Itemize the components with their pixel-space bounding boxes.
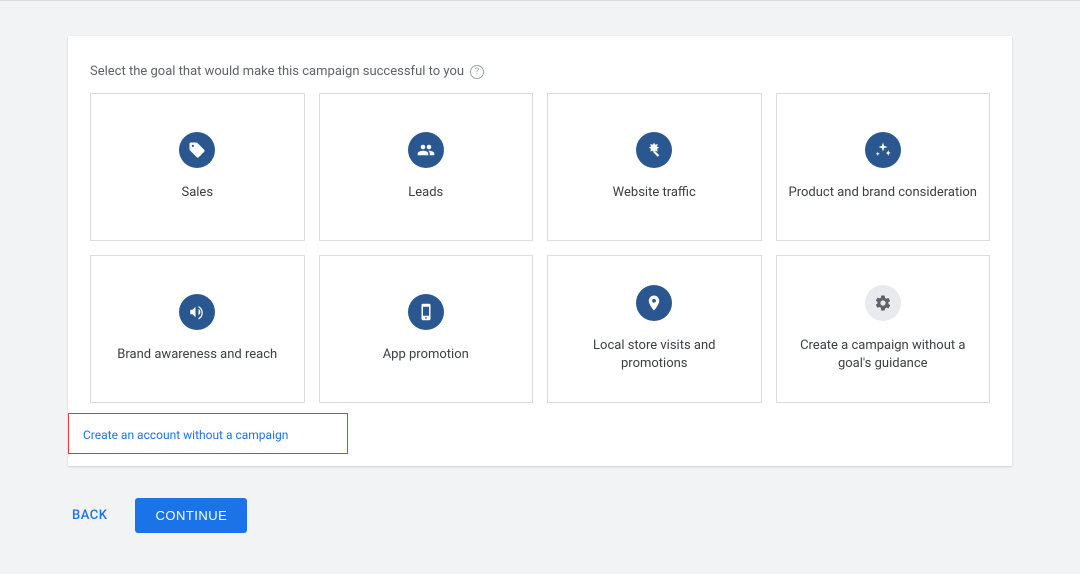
goal-label: Brand awareness and reach: [117, 346, 277, 364]
prompt-text: Select the goal that would make this cam…: [90, 64, 464, 79]
sparkles-icon: [865, 132, 901, 168]
goal-label: Website traffic: [613, 184, 696, 202]
goal-tile-sales[interactable]: Sales: [90, 93, 305, 241]
help-icon[interactable]: ?: [470, 65, 484, 79]
goal-tile-no-goal[interactable]: Create a campaign without a goal's guida…: [776, 255, 991, 403]
goal-tile-app-promotion[interactable]: App promotion: [319, 255, 534, 403]
campaign-goal-card: Select the goal that would make this cam…: [68, 36, 1012, 466]
pin-icon: [636, 285, 672, 321]
goal-label: Product and brand consideration: [789, 184, 977, 202]
people-icon: [408, 132, 444, 168]
gear-icon: [865, 285, 901, 321]
goal-label: Sales: [181, 184, 213, 202]
back-button[interactable]: BACK: [68, 500, 111, 531]
goal-tile-leads[interactable]: Leads: [319, 93, 534, 241]
highlight-box: Create an account without a campaign: [68, 413, 348, 454]
megaphone-icon: [179, 294, 215, 330]
goal-label: Leads: [408, 184, 443, 202]
tag-icon: [179, 132, 215, 168]
goal-tile-website-traffic[interactable]: Website traffic: [547, 93, 762, 241]
goal-tile-brand-awareness[interactable]: Brand awareness and reach: [90, 255, 305, 403]
goal-label: Local store visits and promotions: [560, 337, 749, 373]
cursor-icon: [636, 132, 672, 168]
prompt-row: Select the goal that would make this cam…: [90, 64, 990, 79]
goal-tile-brand-consideration[interactable]: Product and brand consideration: [776, 93, 991, 241]
goal-label: App promotion: [383, 346, 469, 364]
goal-grid: Sales Leads Website traffic Product and …: [90, 93, 990, 403]
goal-tile-local-store[interactable]: Local store visits and promotions: [547, 255, 762, 403]
goal-label: Create a campaign without a goal's guida…: [789, 337, 978, 373]
footer-actions: BACK CONTINUE: [68, 498, 1012, 533]
continue-button[interactable]: CONTINUE: [135, 498, 247, 533]
create-account-without-campaign-link[interactable]: Create an account without a campaign: [83, 428, 288, 442]
phone-icon: [408, 294, 444, 330]
